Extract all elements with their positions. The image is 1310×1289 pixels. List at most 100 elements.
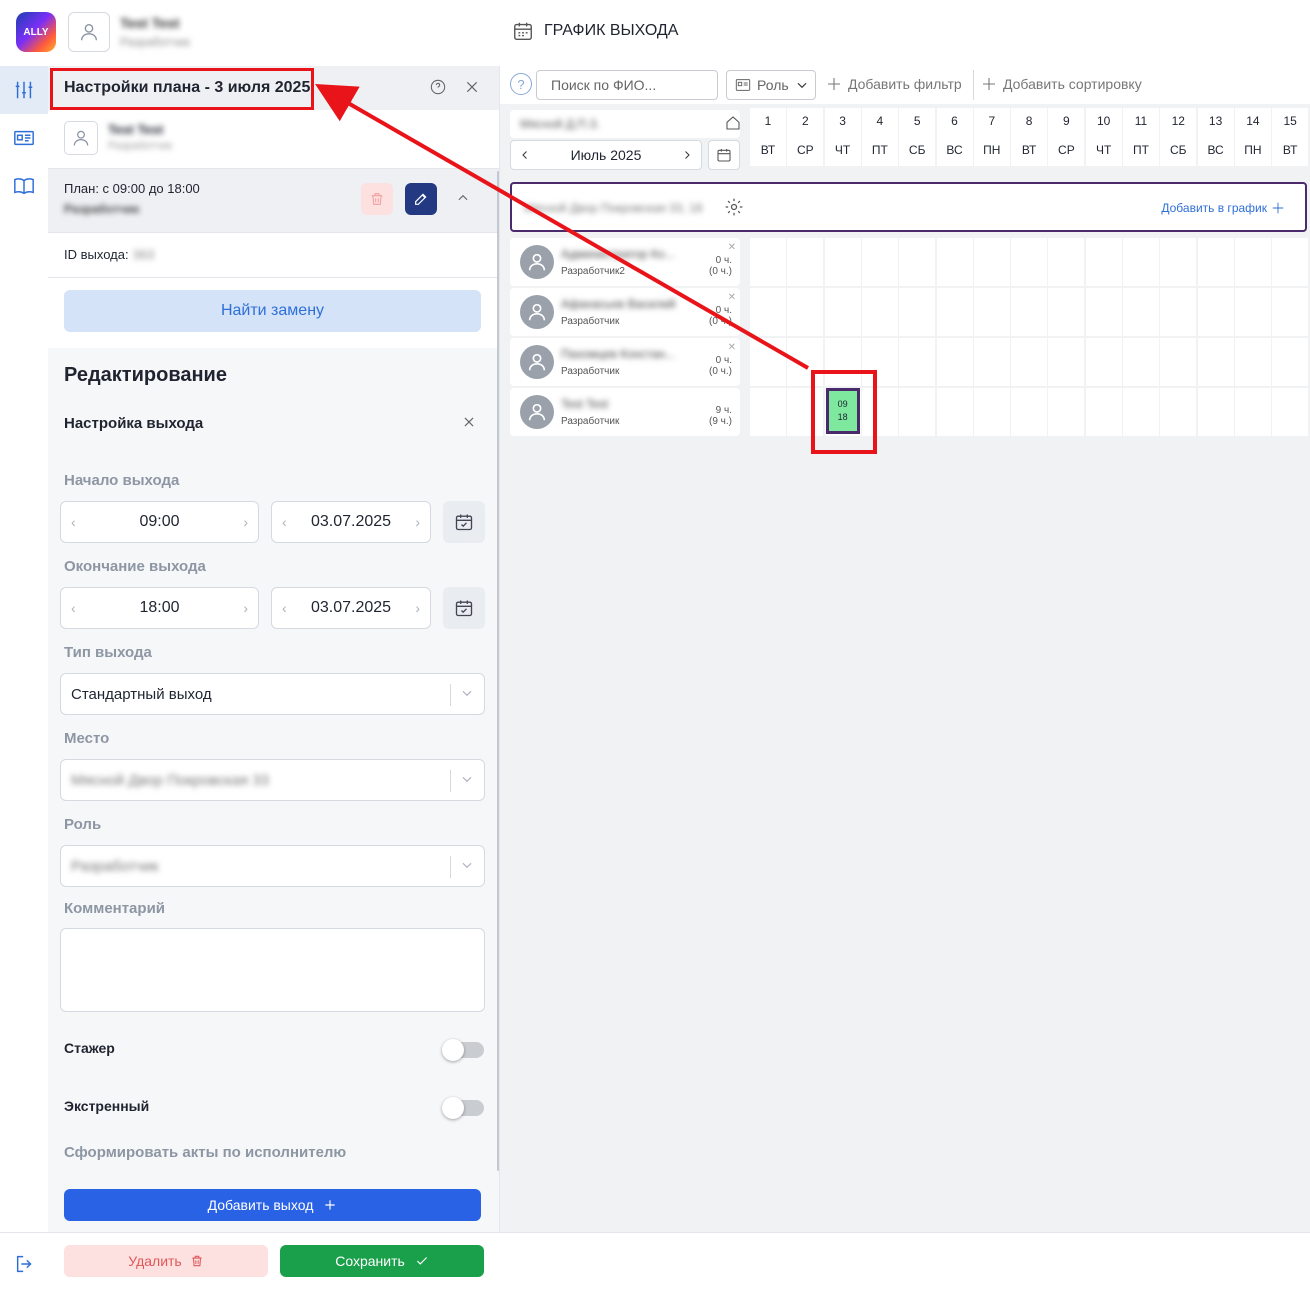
- schedule-cell[interactable]: [1272, 338, 1309, 386]
- add-filter-button[interactable]: Добавить фильтр: [826, 76, 962, 92]
- comment-textarea[interactable]: [60, 928, 485, 1012]
- add-shift-button[interactable]: Добавить выход: [64, 1189, 481, 1221]
- end-date-picker-button[interactable]: [443, 587, 485, 629]
- employee-row[interactable]: Пахомцев Констан... Разработчик 0 ч. (0 ч.)…: [510, 338, 740, 386]
- home-icon[interactable]: [725, 115, 741, 131]
- employee-row[interactable]: Администратор Ко... Разработчик2 0 ч. (0 ч.…: [510, 238, 740, 286]
- schedule-cell[interactable]: [1048, 288, 1085, 336]
- schedule-cell[interactable]: [1160, 238, 1197, 286]
- schedule-cell[interactable]: [1272, 388, 1309, 436]
- schedule-cell[interactable]: [1123, 238, 1159, 286]
- schedule-cell[interactable]: [750, 338, 786, 386]
- schedule-cell[interactable]: [787, 288, 824, 336]
- delete-plan-button[interactable]: [361, 183, 393, 215]
- logout-button[interactable]: [14, 1253, 36, 1280]
- search-input[interactable]: Поиск по ФИО...: [536, 70, 718, 100]
- day-header-cell[interactable]: 11 ПТ: [1123, 108, 1159, 166]
- chevron-right-icon[interactable]: [681, 149, 693, 161]
- employee-row[interactable]: Афанасьев Василий Разработчик 0 ч. (0 ч.) ✕: [510, 288, 740, 336]
- generate-acts-link[interactable]: Сформировать акты по исполнителю: [64, 1144, 346, 1161]
- chevron-left-icon[interactable]: ‹: [282, 514, 287, 530]
- chevron-right-icon[interactable]: ›: [243, 514, 248, 530]
- edit-plan-button[interactable]: [405, 183, 437, 215]
- schedule-cell[interactable]: [1085, 288, 1122, 336]
- schedule-cell[interactable]: [861, 238, 898, 286]
- role-select[interactable]: Разработчик: [60, 845, 485, 887]
- role-filter-button[interactable]: Роль: [726, 70, 816, 100]
- schedule-cell[interactable]: [973, 288, 1010, 336]
- help-icon[interactable]: [430, 79, 446, 95]
- day-header-cell[interactable]: 9 СР: [1048, 108, 1085, 166]
- intern-toggle[interactable]: [442, 1039, 484, 1061]
- day-header-cell[interactable]: 2 СР: [787, 108, 824, 166]
- chevron-left-icon[interactable]: ‹: [282, 600, 287, 616]
- schedule-cell[interactable]: [973, 338, 1010, 386]
- schedule-cell[interactable]: [973, 388, 1010, 436]
- remove-employee-icon[interactable]: ✕: [728, 242, 736, 253]
- schedule-cell[interactable]: [1160, 338, 1197, 386]
- schedule-cell[interactable]: [1085, 388, 1122, 436]
- schedule-cell[interactable]: [1160, 288, 1197, 336]
- schedule-cell[interactable]: [1085, 338, 1122, 386]
- schedule-cell[interactable]: [1123, 338, 1159, 386]
- schedule-cell[interactable]: [899, 288, 936, 336]
- schedule-cell[interactable]: [1234, 338, 1271, 386]
- schedule-cell[interactable]: [936, 388, 973, 436]
- schedule-cell[interactable]: [1234, 238, 1271, 286]
- schedule-cell[interactable]: [1123, 288, 1159, 336]
- schedule-cell[interactable]: [824, 238, 861, 286]
- schedule-cell[interactable]: [936, 338, 973, 386]
- schedule-cell[interactable]: [936, 238, 973, 286]
- chevron-left-icon[interactable]: ‹: [71, 514, 76, 530]
- schedule-cell[interactable]: [1197, 388, 1234, 436]
- rail-item-cards[interactable]: [0, 114, 48, 162]
- schedule-cell[interactable]: [1011, 338, 1048, 386]
- schedule-cell[interactable]: [1123, 388, 1159, 436]
- schedule-cell[interactable]: [936, 288, 973, 336]
- schedule-cell[interactable]: [824, 288, 861, 336]
- schedule-cell[interactable]: [750, 388, 786, 436]
- schedule-cell[interactable]: [1272, 288, 1309, 336]
- urgent-toggle[interactable]: [442, 1097, 484, 1119]
- rail-item-docs[interactable]: [0, 162, 48, 210]
- day-header-cell[interactable]: 3 ЧТ: [824, 108, 861, 166]
- shift-type-select[interactable]: Стандартный выход: [60, 673, 485, 715]
- schedule-cell[interactable]: [899, 338, 936, 386]
- employee-row[interactable]: Test Test Разработчик 9 ч. (9 ч.): [510, 388, 740, 436]
- chevron-right-icon[interactable]: ›: [415, 514, 420, 530]
- schedule-cell[interactable]: [861, 288, 898, 336]
- chevron-right-icon[interactable]: ›: [415, 600, 420, 616]
- schedule-cell[interactable]: [750, 238, 786, 286]
- schedule-cell[interactable]: [750, 288, 786, 336]
- month-calendar-button[interactable]: [708, 140, 740, 170]
- day-header-cell[interactable]: 6 ВС: [936, 108, 973, 166]
- add-sort-button[interactable]: Добавить сортировку: [981, 76, 1142, 92]
- day-header-cell[interactable]: 14 ПН: [1234, 108, 1271, 166]
- place-select[interactable]: Мясной Двор Покровская 33: [60, 759, 485, 801]
- delete-button[interactable]: Удалить: [64, 1245, 268, 1277]
- end-time-stepper[interactable]: ‹ 18:00 ›: [60, 587, 259, 629]
- day-header-cell[interactable]: 8 ВТ: [1011, 108, 1048, 166]
- app-logo[interactable]: ALLY: [16, 12, 56, 52]
- schedule-cell[interactable]: [1048, 338, 1085, 386]
- close-icon[interactable]: [464, 79, 480, 95]
- schedule-cell[interactable]: [787, 238, 824, 286]
- remove-employee-icon[interactable]: ✕: [728, 342, 736, 353]
- chevron-right-icon[interactable]: ›: [243, 600, 248, 616]
- day-header-cell[interactable]: 15 ВТ: [1272, 108, 1309, 166]
- schedule-cell[interactable]: [1197, 288, 1234, 336]
- schedule-cell[interactable]: [1160, 388, 1197, 436]
- day-header-cell[interactable]: 4 ПТ: [861, 108, 898, 166]
- schedule-cell[interactable]: [899, 388, 936, 436]
- rail-item-settings[interactable]: [0, 66, 48, 114]
- find-replacement-button[interactable]: Найти замену: [64, 290, 481, 332]
- schedule-cell[interactable]: [1197, 238, 1234, 286]
- start-date-stepper[interactable]: ‹ 03.07.2025 ›: [271, 501, 431, 543]
- chevron-left-icon[interactable]: ‹: [71, 600, 76, 616]
- day-header-cell[interactable]: 12 СБ: [1160, 108, 1197, 166]
- schedule-cell[interactable]: [1085, 238, 1122, 286]
- start-date-picker-button[interactable]: [443, 501, 485, 543]
- remove-employee-icon[interactable]: ✕: [728, 292, 736, 303]
- month-navigator[interactable]: Июль 2025: [510, 140, 702, 170]
- add-to-schedule-button[interactable]: Добавить в график: [1161, 201, 1285, 215]
